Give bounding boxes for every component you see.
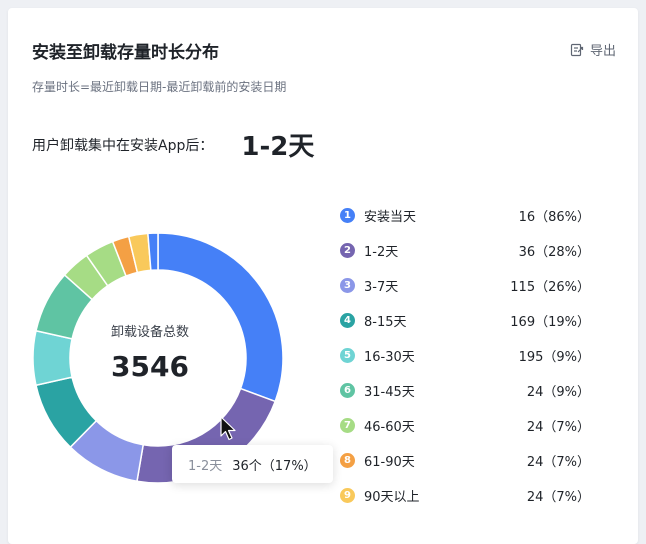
legend-number-badge: 1: [340, 208, 355, 223]
legend-number-badge: 5: [340, 348, 355, 363]
legend-number-badge: 4: [340, 313, 355, 328]
legend-label: 90天以上: [364, 490, 420, 505]
legend-number-badge: 3: [340, 278, 355, 293]
legend-label: 46-60天: [364, 420, 415, 435]
chart-tooltip: 1-2天 36个（17%）: [172, 445, 333, 483]
legend-value: 24（7%）: [526, 420, 590, 435]
tooltip-label: 1-2天: [188, 458, 223, 474]
legend-value: 24（7%）: [526, 490, 590, 505]
legend-item[interactable]: 5 16-30天 195（9%）: [340, 338, 590, 373]
legend-item[interactable]: 8 61-90天 24（7%）: [340, 443, 590, 478]
legend-value: 169（19%）: [510, 315, 590, 330]
legend-item[interactable]: 3 3-7天 115（26%）: [340, 268, 590, 303]
legend-label: 3-7天: [364, 280, 399, 295]
legend-number-badge: 6: [340, 383, 355, 398]
legend-item[interactable]: 7 46-60天 24（7%）: [340, 408, 590, 443]
legend-label: 安装当天: [364, 210, 417, 225]
tooltip-value: 36个（17%）: [232, 458, 317, 474]
legend-item[interactable]: 9 90天以上 24（7%）: [340, 478, 590, 513]
legend-value: 36（28%）: [518, 245, 590, 260]
legend-number-badge: 2: [340, 243, 355, 258]
donut-center-label: 卸载设备总数: [110, 325, 189, 340]
mouse-cursor-icon: [220, 416, 236, 441]
legend-value: 16（86%）: [518, 210, 590, 225]
legend-value: 115（26%）: [510, 280, 590, 295]
legend-item[interactable]: 2 1-2天 36（28%）: [340, 233, 590, 268]
legend-item[interactable]: 6 31-45天 24（9%）: [340, 373, 590, 408]
legend-value: 24（9%）: [526, 385, 590, 400]
legend-label: 16-30天: [364, 350, 415, 365]
legend-item[interactable]: 4 8-15天 169（19%）: [340, 303, 590, 338]
legend-label: 61-90天: [364, 455, 415, 470]
legend-number-badge: 7: [340, 418, 355, 433]
legend-label: 8-15天: [364, 315, 407, 330]
chart-legend: 1 安装当天 16（86%） 2 1-2天 36（28%） 3 3-7天 115（26%） 4 8-…: [340, 198, 590, 513]
legend-label: 31-45天: [364, 385, 415, 400]
legend-value: 24（7%）: [526, 455, 590, 470]
donut-center-value: 3546: [111, 350, 189, 383]
legend-number-badge: 9: [340, 488, 355, 503]
legend-item[interactable]: 1 安装当天 16（86%）: [340, 198, 590, 233]
legend-label: 1-2天: [364, 245, 399, 260]
legend-number-badge: 8: [340, 453, 355, 468]
legend-value: 195（9%）: [518, 350, 590, 365]
